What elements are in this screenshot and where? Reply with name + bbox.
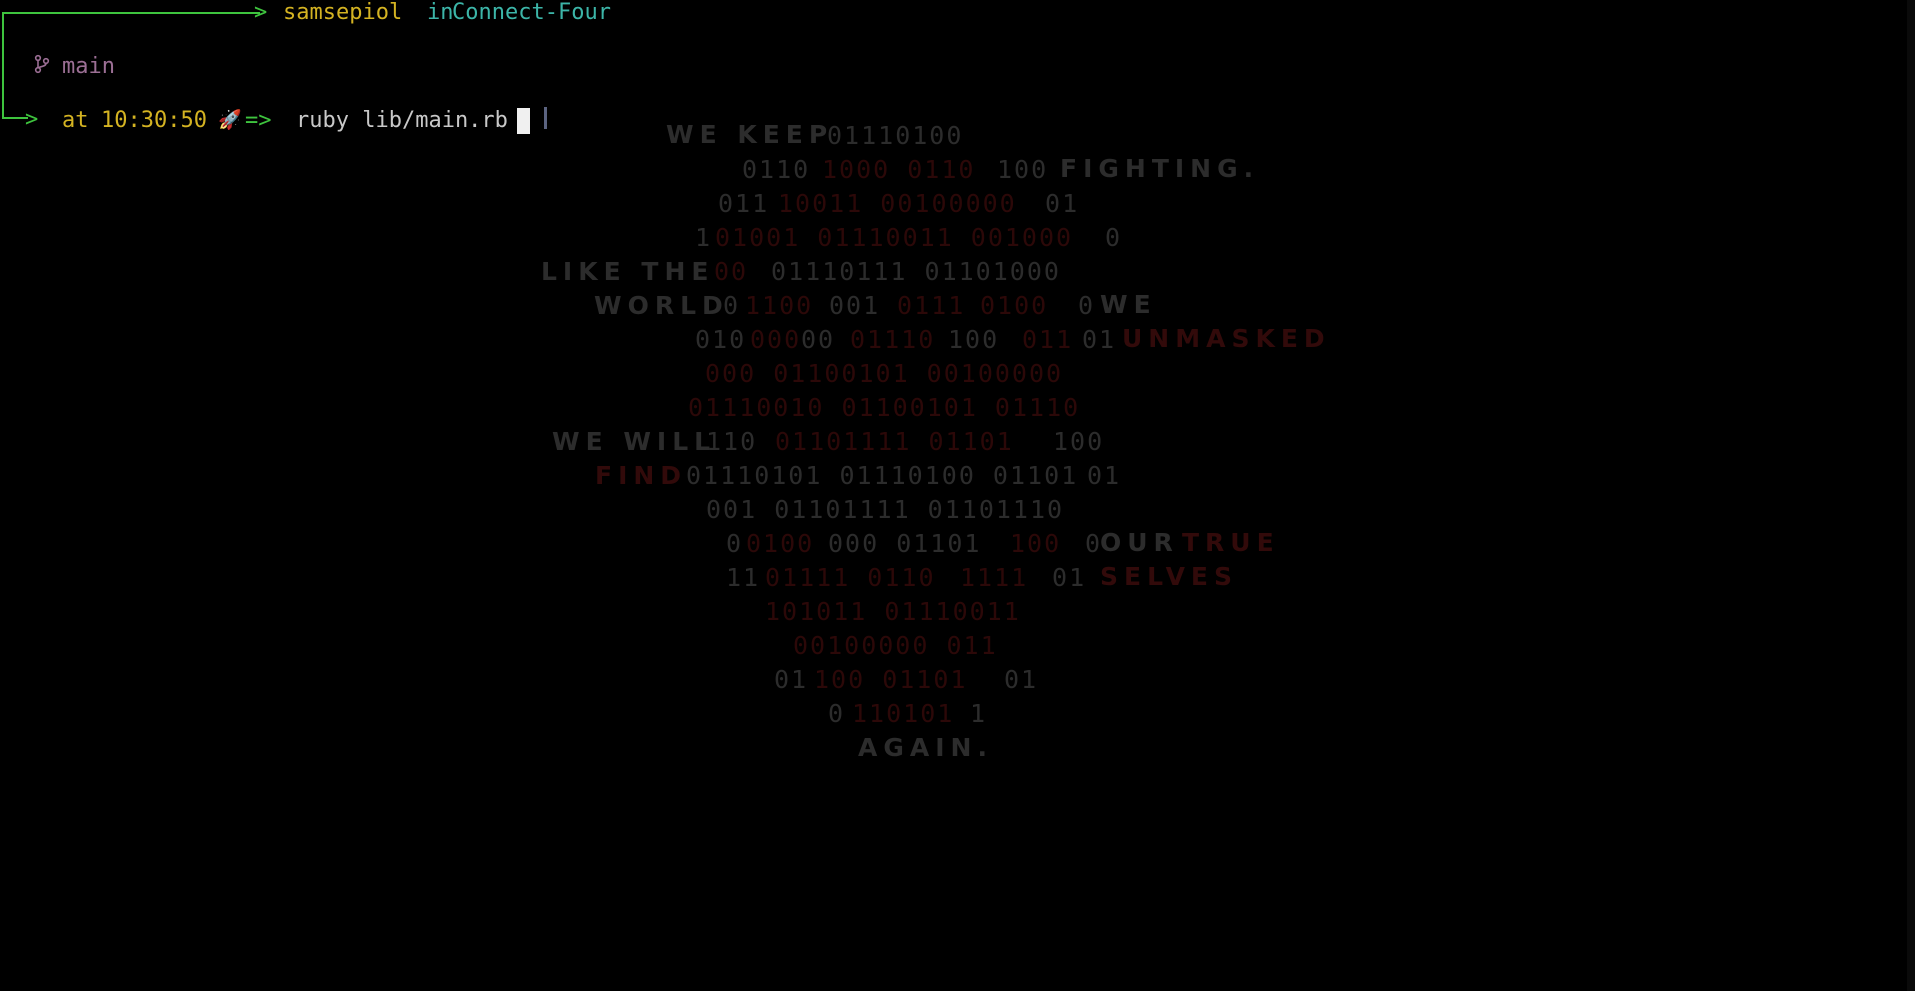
wp-word: FIND xyxy=(595,461,688,490)
wp-binary: 0100 xyxy=(980,291,1066,320)
prompt-bottom-arrow-head: > xyxy=(25,107,39,132)
prompt-user: samsepiol xyxy=(283,0,403,25)
wp-binary: 100 xyxy=(1053,427,1105,456)
wp-binary: 01110 xyxy=(850,325,936,354)
wp-binary: 00100000 011 xyxy=(793,631,998,660)
wp-binary: 0 xyxy=(723,291,741,320)
wp-binary: 100 xyxy=(997,155,1049,184)
wp-binary: 1111 xyxy=(960,563,1029,592)
wp-binary: 01001 01110011 001000 xyxy=(715,223,1074,252)
wp-binary: 10011 00100000 xyxy=(778,189,1017,218)
prompt-top-arrow-head: > xyxy=(254,0,268,25)
git-branch-name: main xyxy=(62,54,115,79)
wp-binary: 001 01101111 01101110 xyxy=(706,495,1065,524)
wp-binary: 00 xyxy=(801,325,853,354)
prompt-directory: Connect-Four xyxy=(452,0,611,25)
prompt-symbol: => xyxy=(245,108,272,133)
wp-binary: 01110010 01100101 01110 xyxy=(688,393,1081,422)
wp-binary: 110101 xyxy=(852,699,955,728)
wp-binary: 1 xyxy=(695,223,713,252)
wp-word: WE xyxy=(1100,290,1157,319)
wp-binary: 0 xyxy=(726,529,744,558)
wp-binary: 100 xyxy=(948,325,1017,354)
prompt-time: 10:30:50 xyxy=(101,108,207,133)
wp-binary: 01 xyxy=(1035,563,1087,592)
wp-binary: 11 xyxy=(726,563,761,592)
wp-binary: 000 01101 xyxy=(828,529,982,558)
wp-word: TRUE xyxy=(1182,528,1280,557)
wp-binary: 0 xyxy=(1078,291,1096,320)
wp-binary: 01 xyxy=(1028,189,1080,218)
wp-word: UNMASKED xyxy=(1122,324,1331,353)
wp-word: FIGHTING. xyxy=(1060,154,1260,183)
prompt-at-word: at xyxy=(62,108,89,133)
wp-binary: 000 01100101 00100000 xyxy=(705,359,1064,388)
wp-word: AGAIN. xyxy=(858,733,993,762)
wp-binary: 0110 xyxy=(742,155,811,184)
prompt-in-word: in xyxy=(427,0,454,25)
wp-binary: 01 xyxy=(1082,325,1117,354)
wp-binary: 1 xyxy=(970,699,988,728)
wp-binary: 00 xyxy=(714,257,749,286)
wp-binary: 01111 0110 xyxy=(765,563,936,592)
wp-binary: 01 xyxy=(774,665,809,694)
rocket-icon: 🚀 xyxy=(218,109,242,131)
wp-binary: 0100 xyxy=(746,529,815,558)
wp-binary: 001 xyxy=(829,291,881,320)
wp-binary: 01110111 01101000 xyxy=(754,257,1061,286)
text-cursor[interactable] xyxy=(517,108,530,134)
wp-binary: 110 xyxy=(706,427,775,456)
wp-binary: 0 xyxy=(1068,529,1103,558)
wp-binary: 1100 xyxy=(745,291,814,320)
wp-binary: 01 xyxy=(1087,461,1122,490)
wp-word: OUR xyxy=(1100,528,1179,557)
window-scrollbar[interactable] xyxy=(1907,0,1915,991)
wp-word: LIKE THE xyxy=(541,257,715,286)
wp-binary: 100 01101 xyxy=(814,665,968,694)
wp-binary: 011 xyxy=(718,189,770,218)
wp-word: SELVES xyxy=(1100,562,1239,591)
git-branch-icon xyxy=(34,54,56,96)
wp-binary: 01 xyxy=(1004,665,1039,694)
wp-binary: 000 xyxy=(750,325,802,354)
wp-word: WE WILL xyxy=(552,427,717,456)
wp-binary: 0 xyxy=(1105,223,1123,252)
wp-binary: 0 xyxy=(828,699,846,728)
wp-word: WORLD xyxy=(594,291,729,320)
wp-binary: 0111 xyxy=(880,291,966,320)
wp-binary: 01101111 01101 xyxy=(775,427,1014,456)
wp-binary: 101011 01110011 xyxy=(765,597,1021,626)
wp-binary: 01110100 xyxy=(827,121,964,150)
wp-binary: 100 xyxy=(1010,529,1062,558)
command-input[interactable]: ruby lib/main.rb xyxy=(296,108,508,133)
prompt-tree-vertical-line xyxy=(2,12,4,118)
wp-binary: 01110101 01110100 01101 xyxy=(686,461,1079,490)
wp-word: WE KEEP xyxy=(666,120,834,149)
wp-binary: 1000 0110 xyxy=(822,155,976,184)
mouse-ibeam-icon xyxy=(544,107,547,129)
prompt-tree-top-line xyxy=(2,12,260,14)
wp-binary: 011 xyxy=(1022,325,1074,354)
wp-binary: 010 xyxy=(695,325,747,354)
